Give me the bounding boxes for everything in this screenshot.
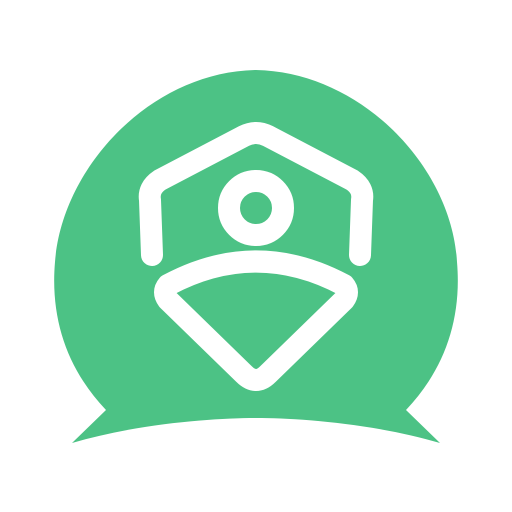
user-shield-chat-icon	[54, 70, 458, 443]
app-icon	[0, 0, 512, 512]
